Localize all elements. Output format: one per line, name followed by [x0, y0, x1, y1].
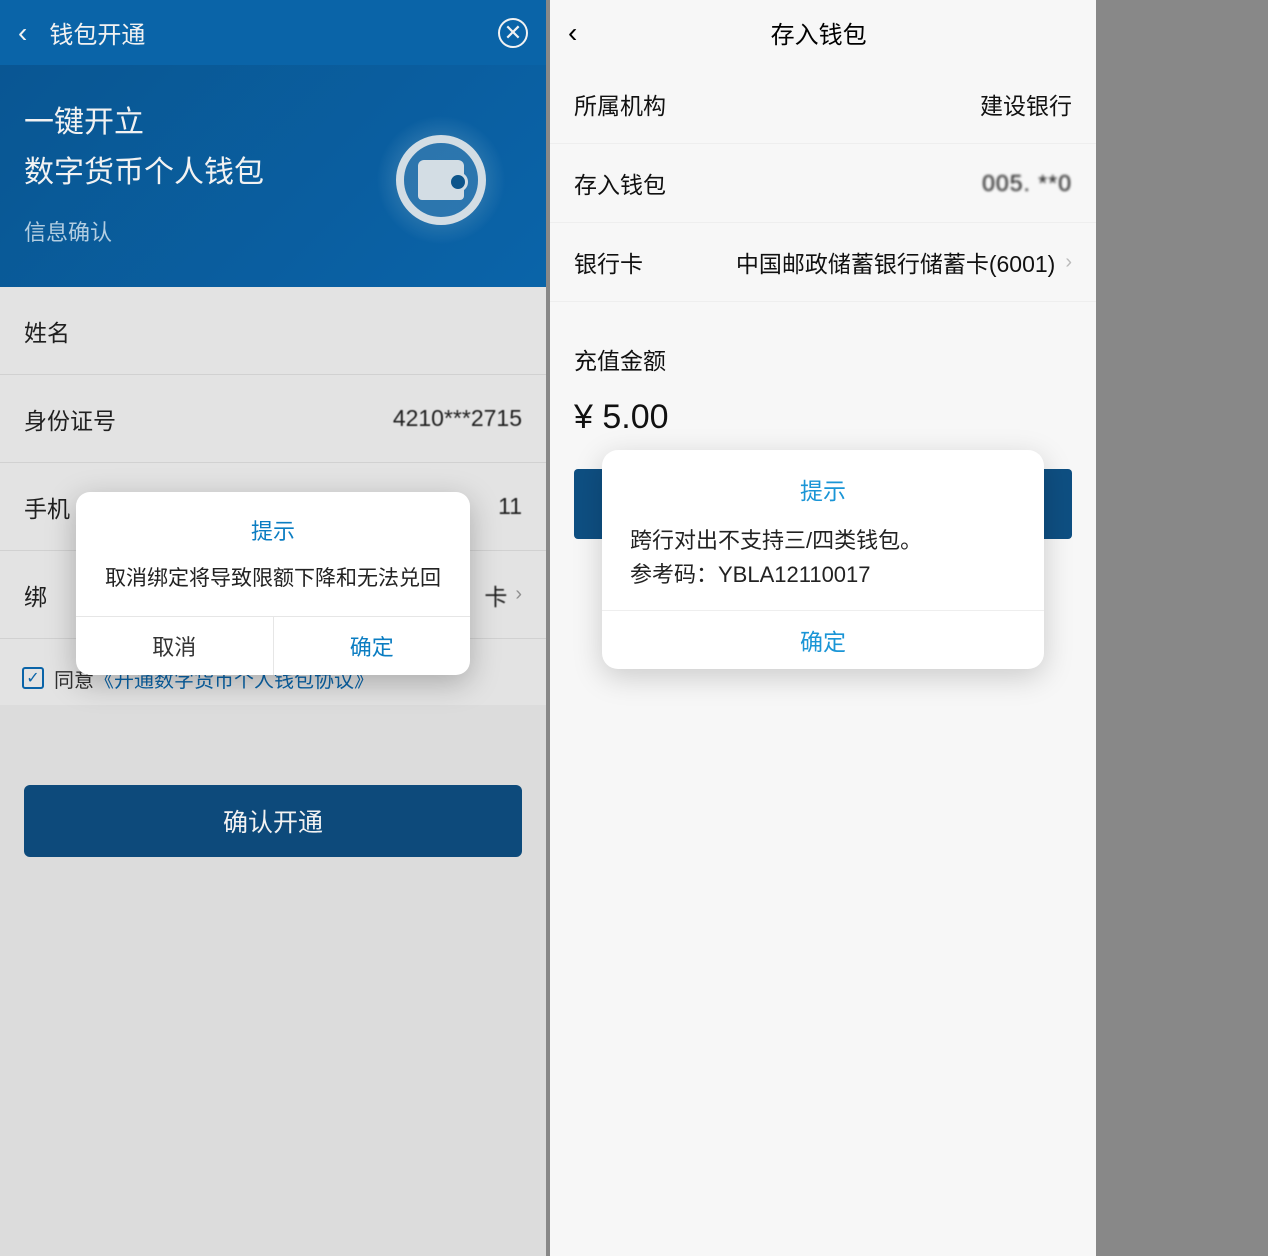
dialog-title: 提示 [76, 492, 470, 556]
dialog-actions: 取消 确定 [76, 616, 470, 675]
confirm-open-button[interactable]: 确认开通 [24, 785, 522, 857]
name-label: 姓名 [24, 314, 70, 348]
org-value: 建设银行 [980, 87, 1072, 121]
row-org: 所属机构 建设银行 [550, 65, 1096, 144]
card-label: 绑 [24, 578, 47, 612]
dialog-body-line2: 参考码：YBLA12110017 [630, 558, 1016, 592]
chevron-right-icon: › [1065, 251, 1072, 274]
hero-banner: 一键开立 数字货币个人钱包 信息确认 [0, 65, 546, 287]
page-title: 存入钱包 [559, 15, 1078, 50]
chevron-right-icon: › [515, 583, 522, 606]
dialog-ok-button[interactable]: 确定 [274, 617, 471, 675]
dialog-ok-button[interactable]: 确定 [602, 611, 1044, 669]
bankcard-label: 银行卡 [574, 245, 643, 279]
dialog-right: 提示 跨行对出不支持三/四类钱包。 参考码：YBLA12110017 确定 [602, 450, 1044, 669]
dialog-left: 提示 取消绑定将导致限额下降和无法兑回 取消 确定 [76, 492, 470, 675]
row-bankcard[interactable]: 银行卡 中国邮政储蓄银行储蓄卡(6001) › [550, 223, 1096, 302]
header-left: ‹ 钱包开通 ✕ [0, 0, 546, 65]
dialog-actions: 确定 [602, 610, 1044, 669]
wallet-label: 存入钱包 [574, 166, 666, 200]
id-label: 身份证号 [24, 402, 116, 436]
org-label: 所属机构 [574, 87, 666, 121]
dialog-title: 提示 [602, 450, 1044, 520]
page-title: 钱包开通 [49, 15, 498, 50]
back-button[interactable]: ‹ [18, 17, 27, 49]
card-value: 卡 [484, 578, 507, 612]
row-name[interactable]: 姓名 [0, 287, 546, 375]
close-button[interactable]: ✕ [498, 18, 528, 48]
dialog-cancel-button[interactable]: 取消 [76, 617, 274, 675]
dialog-body-line1: 跨行对出不支持三/四类钱包。 [630, 524, 1016, 558]
wallet-icon [376, 115, 506, 245]
header-right: ‹ 存入钱包 [550, 0, 1096, 65]
amount-label: 充值金额 [550, 302, 1096, 380]
row-wallet[interactable]: 存入钱包 005. **0 [550, 144, 1096, 223]
agree-checkbox[interactable]: ✓ [22, 667, 44, 689]
row-id[interactable]: 身份证号 4210***2715 [0, 375, 546, 463]
wallet-value: 005. **0 [982, 170, 1072, 197]
dialog-body: 跨行对出不支持三/四类钱包。 参考码：YBLA12110017 [602, 520, 1044, 610]
phone-right: ‹ 存入钱包 所属机构 建设银行 存入钱包 005. **0 银行卡 中国邮政储… [550, 0, 1096, 1256]
phone-left: ‹ 钱包开通 ✕ 一键开立 数字货币个人钱包 信息确认 姓名 身份证号 4210… [0, 0, 546, 1256]
id-value: 4210***2715 [393, 405, 522, 432]
phone-label: 手机 [24, 490, 70, 524]
dialog-body: 取消绑定将导致限额下降和无法兑回 [76, 556, 470, 616]
phone-value: 11 [498, 493, 522, 520]
bankcard-value: 中国邮政储蓄银行储蓄卡(6001) [736, 245, 1055, 279]
